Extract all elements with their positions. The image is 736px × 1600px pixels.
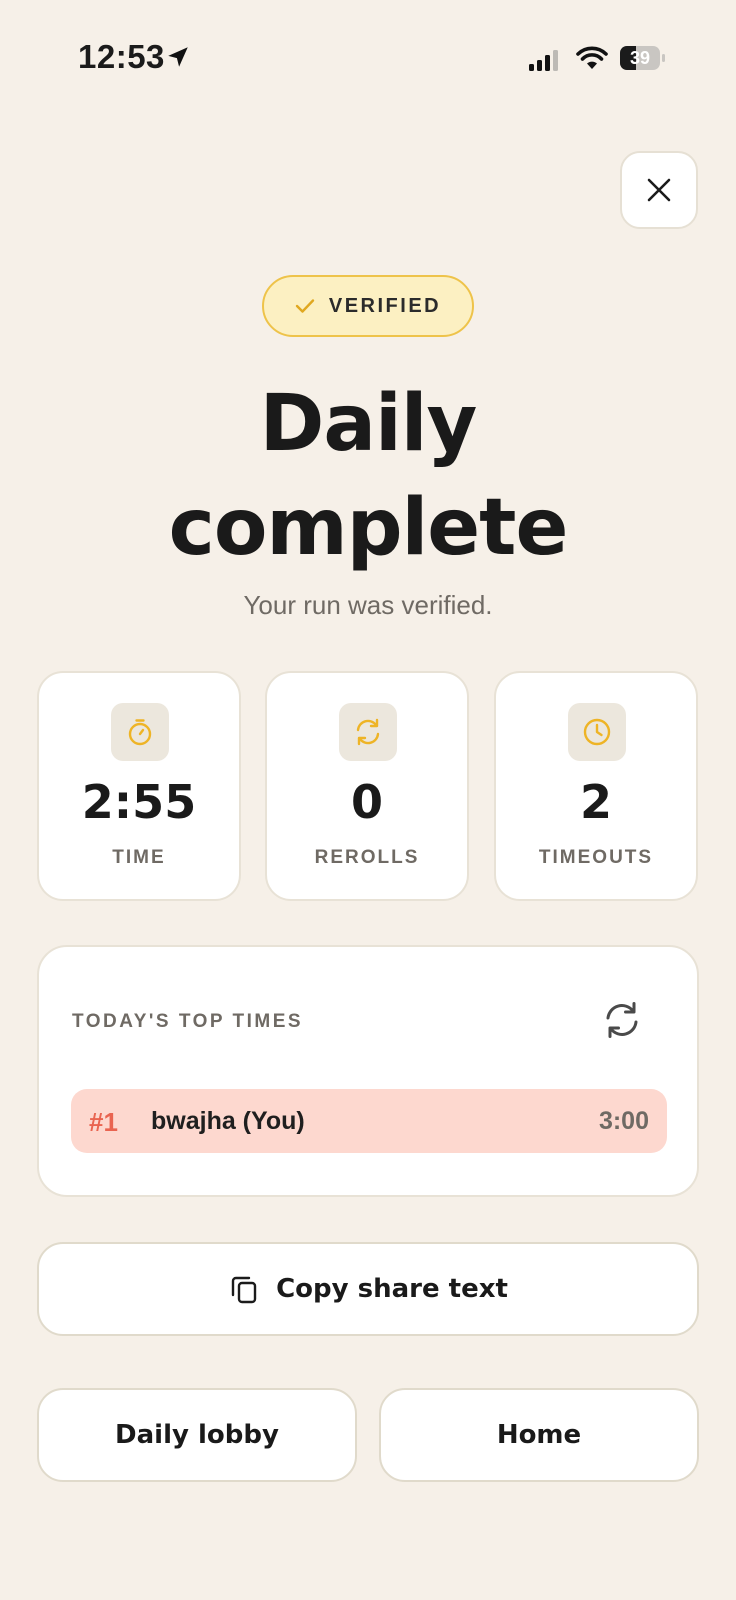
battery-level: 39 (629, 48, 651, 68)
home-button[interactable]: Home (379, 1388, 699, 1482)
leaderboard-title: TODAY'S TOP TIMES (72, 1011, 304, 1032)
check-icon (295, 299, 315, 313)
stat-value-rerolls: 0 (350, 775, 383, 829)
stat-card-timeouts: 2 TIMEOUTS (494, 671, 698, 901)
verified-label: VERIFIED (328, 294, 442, 317)
leaderboard-rank: #1 (89, 1107, 118, 1137)
home-label: Home (496, 1420, 582, 1450)
status-time: 12:53 (78, 38, 165, 75)
verified-badge: VERIFIED (262, 275, 474, 337)
leaderboard-time: 3:00 (598, 1107, 649, 1135)
title-line-1: Daily (259, 379, 478, 469)
wifi-icon (576, 46, 608, 69)
refresh-icon (356, 718, 380, 746)
stat-value-time: 2:55 (81, 775, 197, 829)
stat-value-timeouts: 2 (579, 775, 612, 829)
leaderboard-player-name: bwajha (You) (151, 1107, 305, 1135)
daily-lobby-button[interactable]: Daily lobby (37, 1388, 357, 1482)
title-line-2: complete (168, 483, 569, 573)
copy-share-text-button[interactable]: Copy share text (37, 1242, 699, 1336)
leaderboard-row: #1 bwajha (You) 3:00 (71, 1089, 667, 1153)
copy-share-text-label: Copy share text (276, 1274, 508, 1304)
stat-label-time: TIME (112, 847, 166, 868)
daily-lobby-label: Daily lobby (115, 1420, 279, 1450)
page-subtitle: Your run was verified. (243, 590, 493, 620)
close-button[interactable] (620, 151, 698, 229)
location-arrow-icon (168, 47, 188, 67)
stat-card-rerolls: 0 REROLLS (265, 671, 469, 901)
page-title: Daily complete (0, 372, 736, 580)
cellular-signal-icon (529, 50, 558, 71)
battery-indicator: 39 (620, 46, 665, 70)
stopwatch-icon (128, 719, 152, 746)
clock-icon (583, 718, 611, 746)
stat-label-timeouts: TIMEOUTS (538, 847, 654, 868)
close-icon (647, 178, 671, 202)
refresh-icon[interactable] (601, 999, 643, 1041)
copy-icon (231, 1276, 257, 1304)
stat-label-rerolls: REROLLS (314, 847, 420, 868)
leaderboard-card: TODAY'S TOP TIMES #1 bwajha (You) 3:00 (37, 945, 699, 1197)
stat-card-time: 2:55 TIME (37, 671, 241, 901)
status-bar: 12:53 39 (0, 0, 736, 120)
